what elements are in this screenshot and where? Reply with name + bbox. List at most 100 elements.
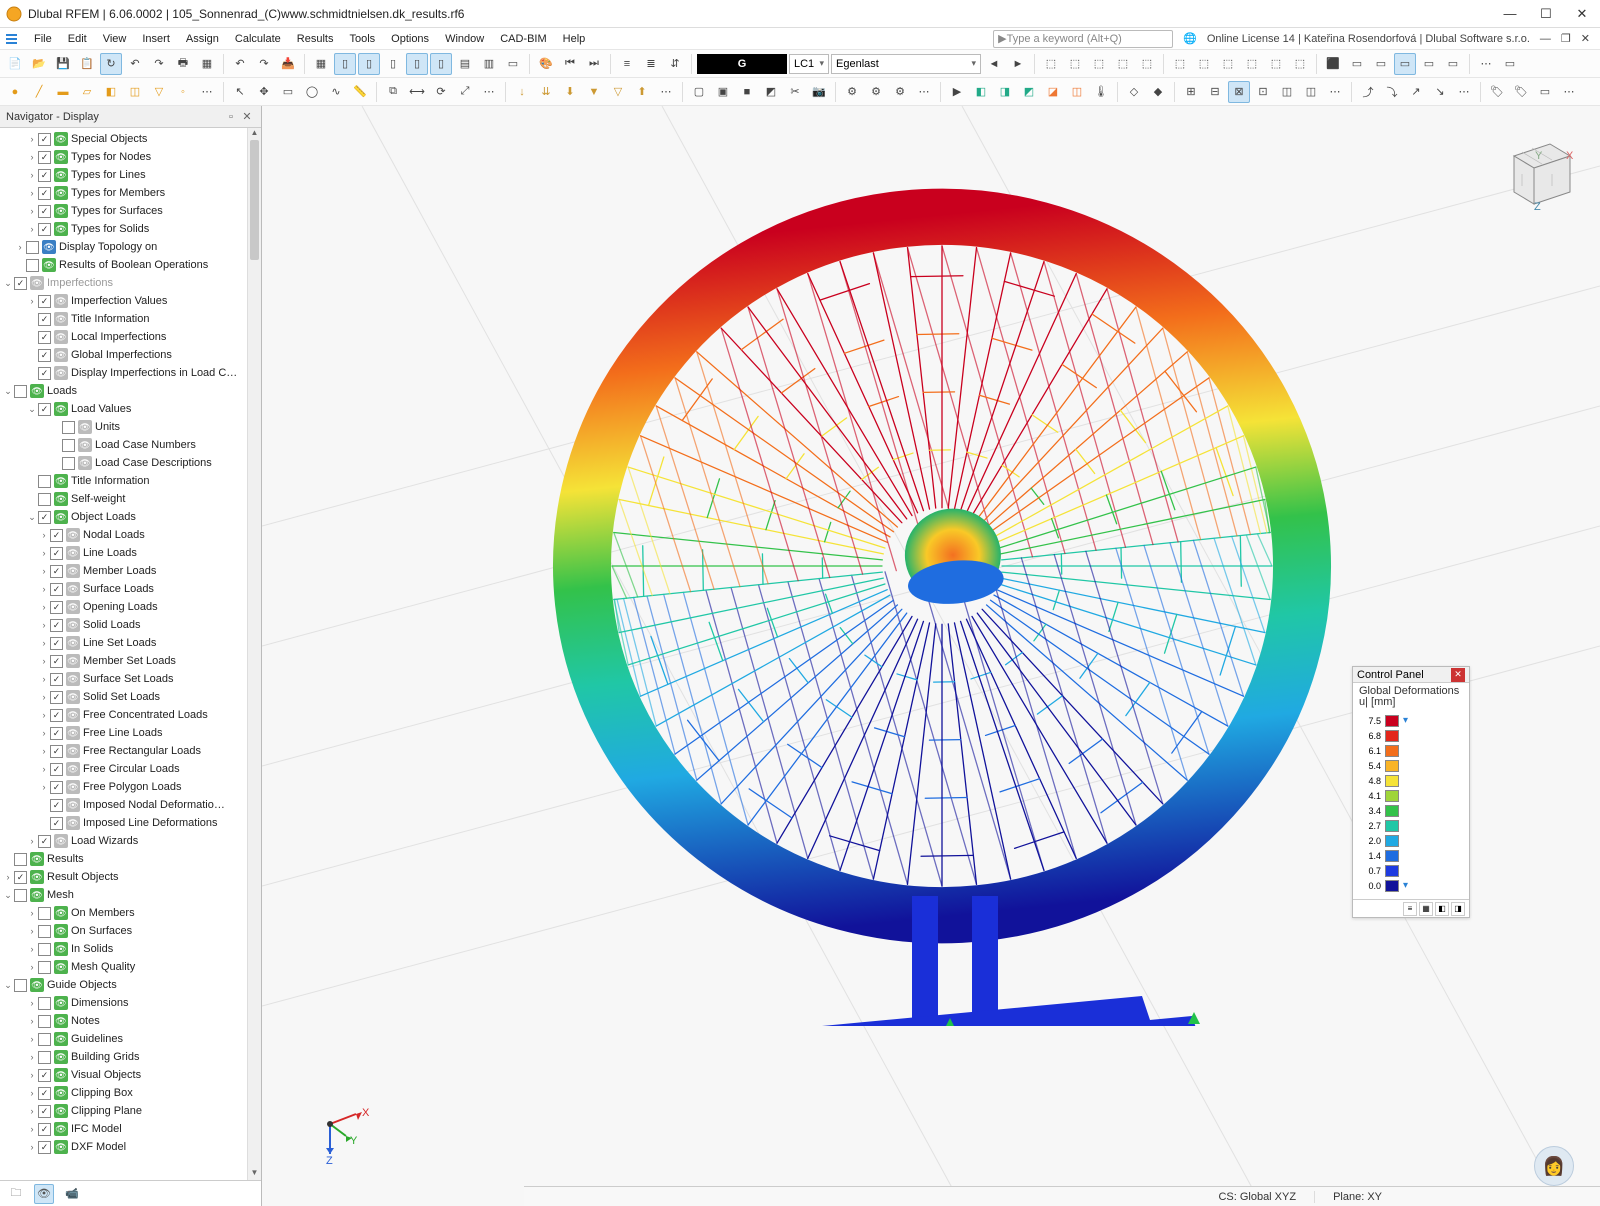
more4-icon[interactable]: ⋯	[913, 81, 935, 103]
tree-checkbox[interactable]	[38, 511, 51, 524]
tree-checkbox[interactable]	[50, 601, 63, 614]
opening-icon[interactable]: ◫	[124, 81, 146, 103]
tree-checkbox[interactable]	[50, 817, 63, 830]
axis3-icon[interactable]: ↗	[1405, 81, 1427, 103]
data-tab-icon[interactable]: 🗀	[6, 1184, 26, 1204]
tree-item[interactable]: ›👁Member Loads	[0, 562, 261, 580]
more6-icon[interactable]: ⋯	[1453, 81, 1475, 103]
more5-icon[interactable]: ⋯	[1324, 81, 1346, 103]
load-s-icon[interactable]: ▼	[583, 81, 605, 103]
copy-icon[interactable]: ⧉	[382, 81, 404, 103]
tree-checkbox[interactable]	[38, 1069, 51, 1082]
tree-checkbox[interactable]	[38, 475, 51, 488]
visibility-icon[interactable]: 👁	[42, 240, 56, 254]
rect-select-icon[interactable]: ▭	[277, 81, 299, 103]
visibility-icon[interactable]: 👁	[66, 600, 80, 614]
control-panel-close-icon[interactable]: ✕	[1451, 668, 1465, 682]
tree-checkbox[interactable]	[38, 151, 51, 164]
grid6-icon[interactable]: ◫	[1300, 81, 1322, 103]
tree-item[interactable]: ›👁Load Wizards	[0, 832, 261, 850]
sheet-icon[interactable]: ▭	[502, 53, 524, 75]
visibility-icon[interactable]: 👁	[30, 870, 44, 884]
load-x-icon[interactable]: ⬆	[631, 81, 653, 103]
expand-icon[interactable]: ›	[26, 1016, 38, 1026]
navigator-tree[interactable]: ›👁Special Objects›👁Types for Nodes›👁Type…	[0, 128, 261, 1180]
tree-checkbox[interactable]	[62, 439, 75, 452]
expand-icon[interactable]: ›	[38, 602, 50, 612]
shape1-icon[interactable]: ◇	[1123, 81, 1145, 103]
tree-checkbox[interactable]	[38, 223, 51, 236]
visibility-icon[interactable]: 👁	[54, 1014, 68, 1028]
visibility-icon[interactable]: 👁	[54, 150, 68, 164]
expand-icon[interactable]: ›	[26, 1142, 38, 1152]
tag3-icon[interactable]: ▭	[1534, 81, 1556, 103]
tree-item[interactable]: 👁Local Imperfections	[0, 328, 261, 346]
visibility-icon[interactable]: 👁	[54, 1032, 68, 1046]
loadcase-id-combo[interactable]: LC1▾	[789, 54, 829, 74]
tree-item[interactable]: 👁Results of Boolean Operations	[0, 256, 261, 274]
sort-icon[interactable]: ⇵	[664, 53, 686, 75]
cfg10-icon[interactable]: ⬚	[1265, 53, 1287, 75]
visibility-icon[interactable]: 👁	[66, 636, 80, 650]
measure-icon[interactable]: 📏	[349, 81, 371, 103]
visibility-icon[interactable]: 👁	[54, 960, 68, 974]
tree-checkbox[interactable]	[26, 259, 39, 272]
iso-view-icon[interactable]: ⬛	[1322, 53, 1344, 75]
load-m-icon[interactable]: ⬇	[559, 81, 581, 103]
visibility-icon[interactable]: 👁	[66, 618, 80, 632]
surface-icon[interactable]: ▱	[76, 81, 98, 103]
menu-file[interactable]: File	[26, 30, 60, 48]
tree-checkbox[interactable]	[38, 1123, 51, 1136]
expand-icon[interactable]: ›	[38, 710, 50, 720]
tree-checkbox[interactable]	[50, 799, 63, 812]
tree-item[interactable]: ›👁Free Circular Loads	[0, 760, 261, 778]
visibility-icon[interactable]: 👁	[66, 672, 80, 686]
visibility-icon[interactable]: 👁	[66, 798, 80, 812]
expand-icon[interactable]: ›	[38, 548, 50, 558]
menu-edit[interactable]: Edit	[60, 30, 95, 48]
visibility-icon[interactable]: 👁	[54, 222, 68, 236]
view-z-icon[interactable]: ▭	[1394, 53, 1416, 75]
visibility-icon[interactable]: 👁	[66, 762, 80, 776]
res2-icon[interactable]: ◨	[994, 81, 1016, 103]
tree-checkbox[interactable]	[50, 565, 63, 578]
tree-item[interactable]: 👁Display Imperfections in Load C…	[0, 364, 261, 382]
visibility-icon[interactable]: 👁	[78, 456, 92, 470]
redo2-icon[interactable]: ↷	[253, 53, 275, 75]
viewport-3d[interactable]: Y X Z X Y Z Control Panel ✕ Global Defor…	[262, 106, 1600, 1206]
layout-icon[interactable]: ▦	[196, 53, 218, 75]
select-icon[interactable]: ↖	[229, 81, 251, 103]
visibility-icon[interactable]: 👁	[54, 1086, 68, 1100]
visibility-icon[interactable]: 👁	[54, 1104, 68, 1118]
visibility-icon[interactable]: 👁	[54, 1122, 68, 1136]
rotate-icon[interactable]: ⟳	[430, 81, 452, 103]
tree-checkbox[interactable]	[14, 853, 27, 866]
tree-item[interactable]: ›👁On Members	[0, 904, 261, 922]
clip-icon[interactable]: ✂	[784, 81, 806, 103]
expand-icon[interactable]: ›	[14, 242, 26, 252]
visibility-icon[interactable]: 👁	[54, 132, 68, 146]
legend-slider-handle[interactable]: ▾	[1403, 715, 1408, 726]
ext1-icon[interactable]: ⋯	[1475, 53, 1497, 75]
shape2-icon[interactable]: ◆	[1147, 81, 1169, 103]
tree-item[interactable]: ›👁Result Objects	[0, 868, 261, 886]
tree-item[interactable]: 👁Results	[0, 850, 261, 868]
tree-item[interactable]: ⌄👁Load Values	[0, 400, 261, 418]
tree-checkbox[interactable]	[50, 637, 63, 650]
visibility-icon[interactable]: 👁	[66, 582, 80, 596]
visibility-icon[interactable]: 👁	[30, 384, 44, 398]
visibility-icon[interactable]: 👁	[42, 258, 56, 272]
more7-icon[interactable]: ⋯	[1558, 81, 1580, 103]
menu-assign[interactable]: Assign	[178, 30, 227, 48]
visibility-icon[interactable]: 👁	[54, 510, 68, 524]
tree-checkbox[interactable]	[38, 169, 51, 182]
tree-item[interactable]: 👁Title Information	[0, 472, 261, 490]
visibility-icon[interactable]: 👁	[54, 492, 68, 506]
expand-icon[interactable]: ›	[38, 530, 50, 540]
expand-icon[interactable]: ›	[26, 998, 38, 1008]
visibility-icon[interactable]: 👁	[54, 312, 68, 326]
cfg7-icon[interactable]: ⬚	[1193, 53, 1215, 75]
expand-icon[interactable]: ›	[26, 296, 38, 306]
prev-icon[interactable]: ⏮	[559, 53, 581, 75]
tree-item[interactable]: ›👁Free Line Loads	[0, 724, 261, 742]
